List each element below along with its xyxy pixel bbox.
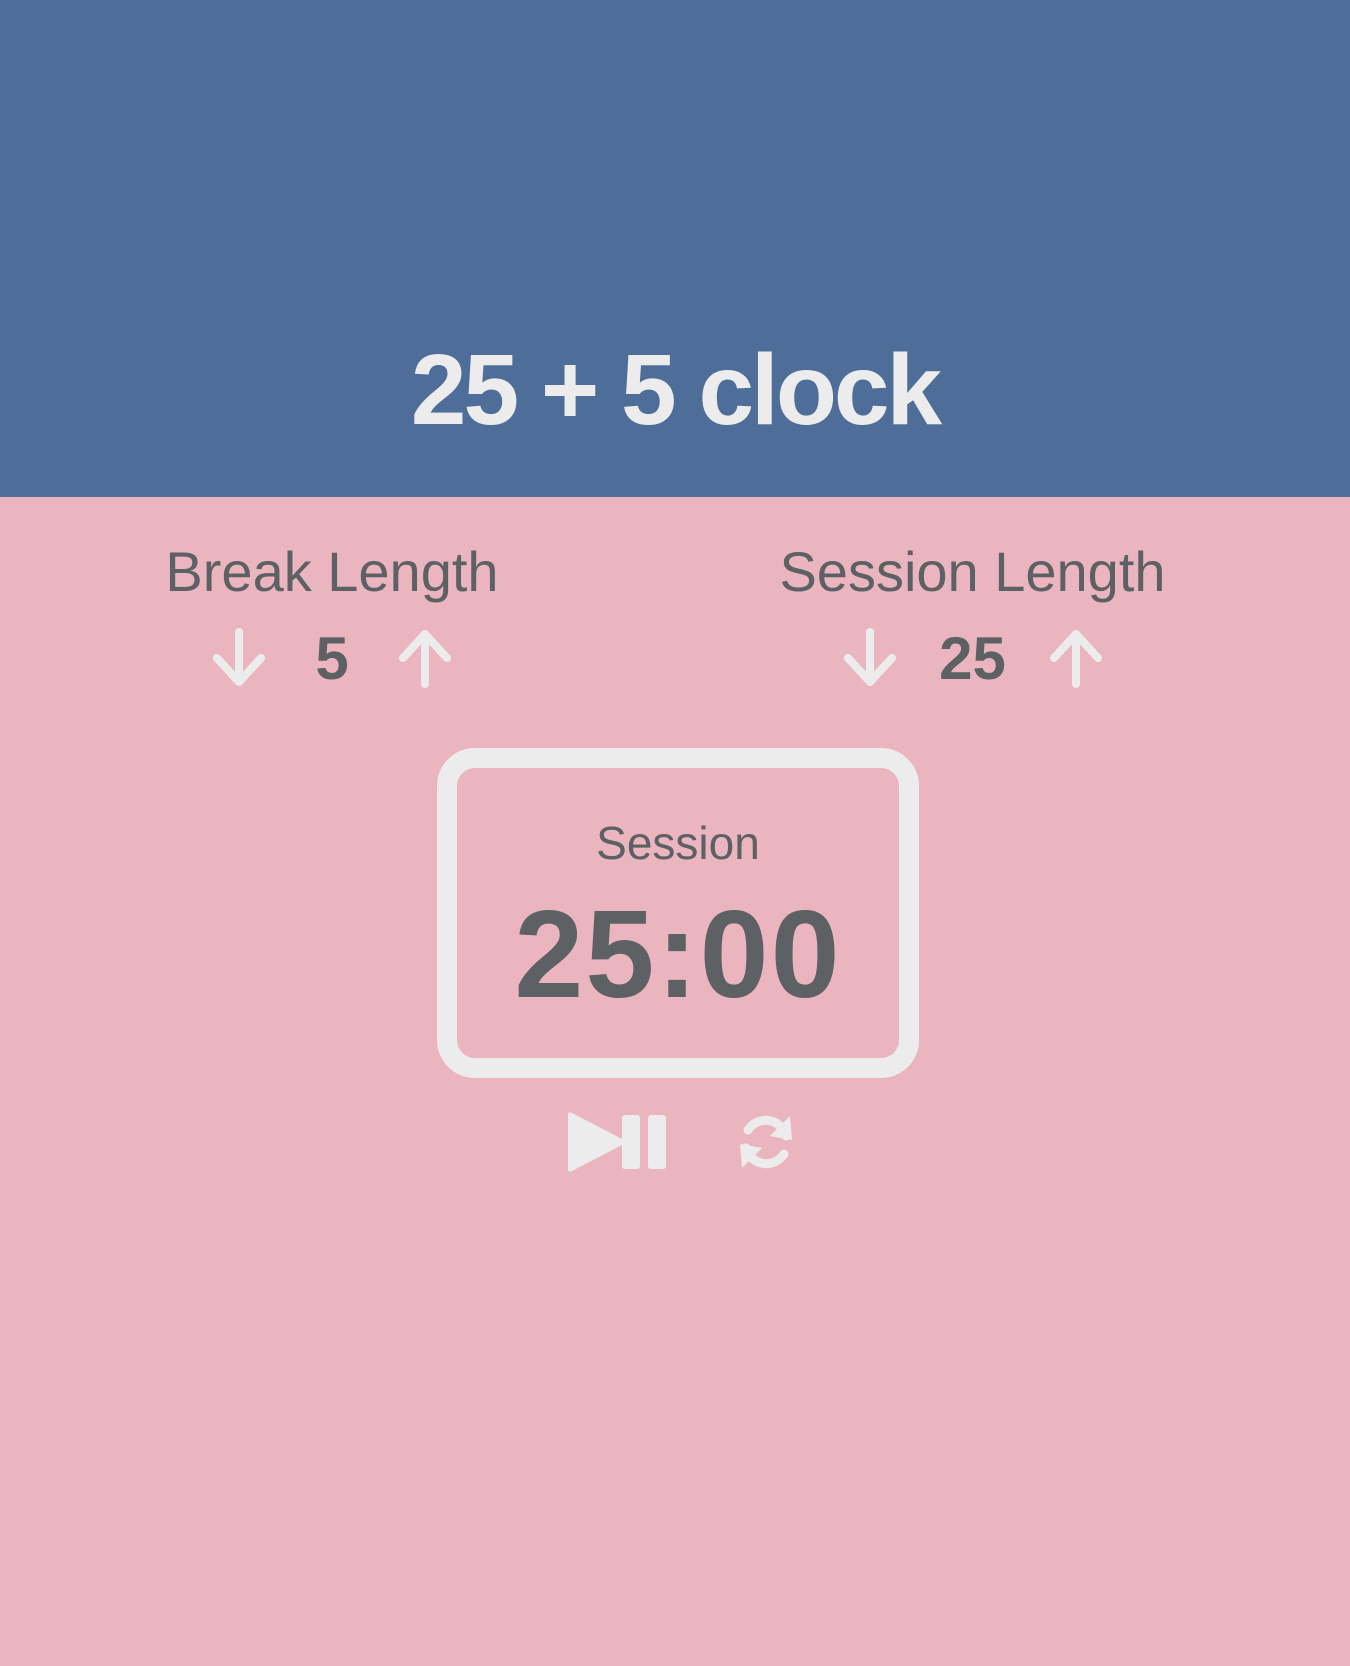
session-label: Session Length [779,540,1166,603]
session-increment-button[interactable] [1040,622,1112,694]
timer-display: Session 25:00 [437,748,919,1078]
timer-controls [0,1108,1350,1176]
break-decrement-button[interactable] [203,622,275,694]
break-length-control: Break Length 5 [130,540,534,698]
header: 25 + 5 clock [0,0,1350,497]
arrow-up-icon [399,630,451,688]
play-pause-icon [568,1112,666,1172]
session-length-row: 25 [760,618,1185,698]
arrow-up-icon [1049,630,1102,688]
reset-button[interactable] [734,1108,798,1176]
start-stop-button[interactable] [562,1108,672,1176]
session-length-control: Session Length 25 [760,540,1185,698]
arrow-down-icon [843,628,896,686]
break-increment-button[interactable] [389,622,461,694]
session-length-value: 25 [939,624,1006,692]
refresh-icon [740,1115,792,1169]
timer-label: Session [596,817,760,869]
app-title: 25 + 5 clock [410,334,942,446]
break-length-value: 5 [315,624,349,692]
time-left: 25:00 [514,886,842,1024]
arrow-down-icon [213,628,265,686]
session-decrement-button[interactable] [834,622,906,694]
break-label: Break Length [165,540,499,603]
break-length-row: 5 [130,618,534,698]
